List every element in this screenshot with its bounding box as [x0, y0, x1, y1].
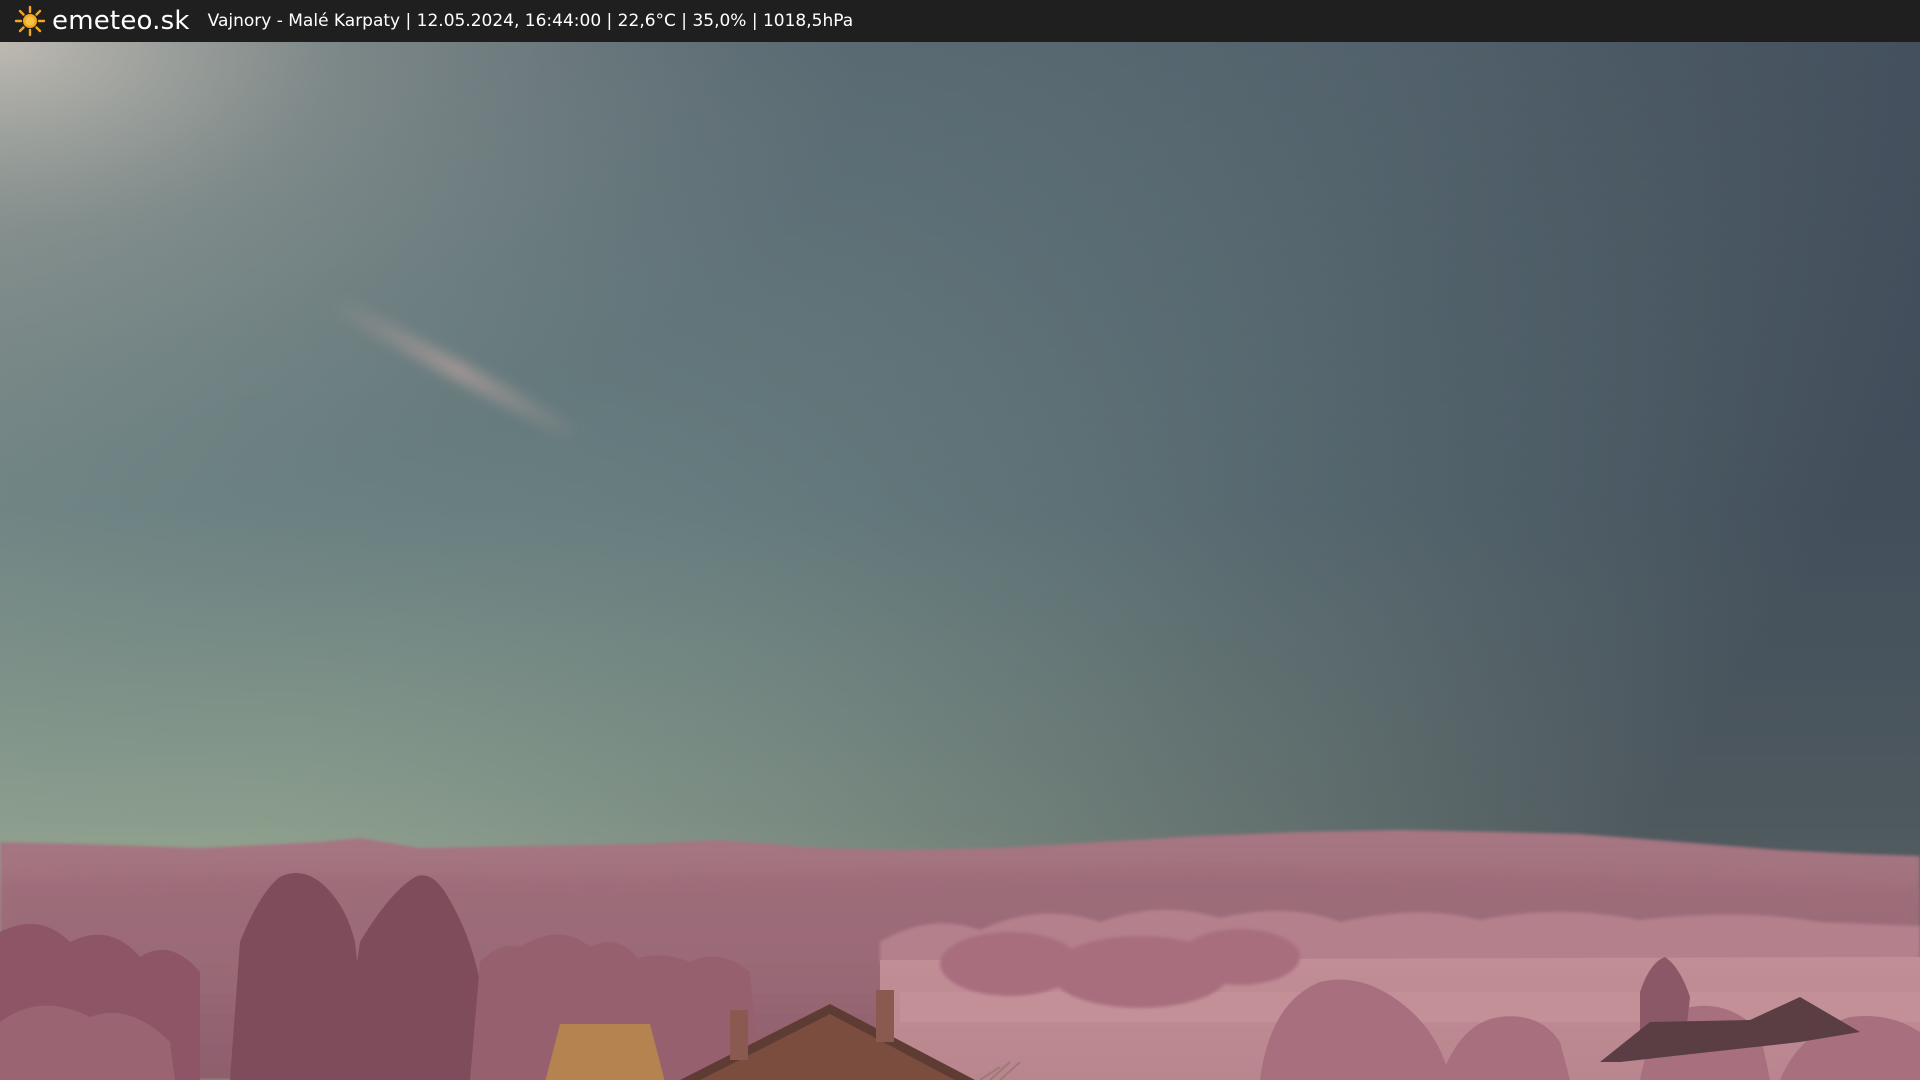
sun-icon [14, 5, 46, 37]
webcam-image [0, 42, 1920, 1080]
webcam-caption: Vajnory - Malé Karpaty | 12.05.2024, 16:… [207, 11, 854, 31]
site-logo-text[interactable]: emeteo.sk [52, 6, 190, 36]
header-bar: emeteo.sk Vajnory - Malé Karpaty | 12.05… [0, 0, 1920, 42]
